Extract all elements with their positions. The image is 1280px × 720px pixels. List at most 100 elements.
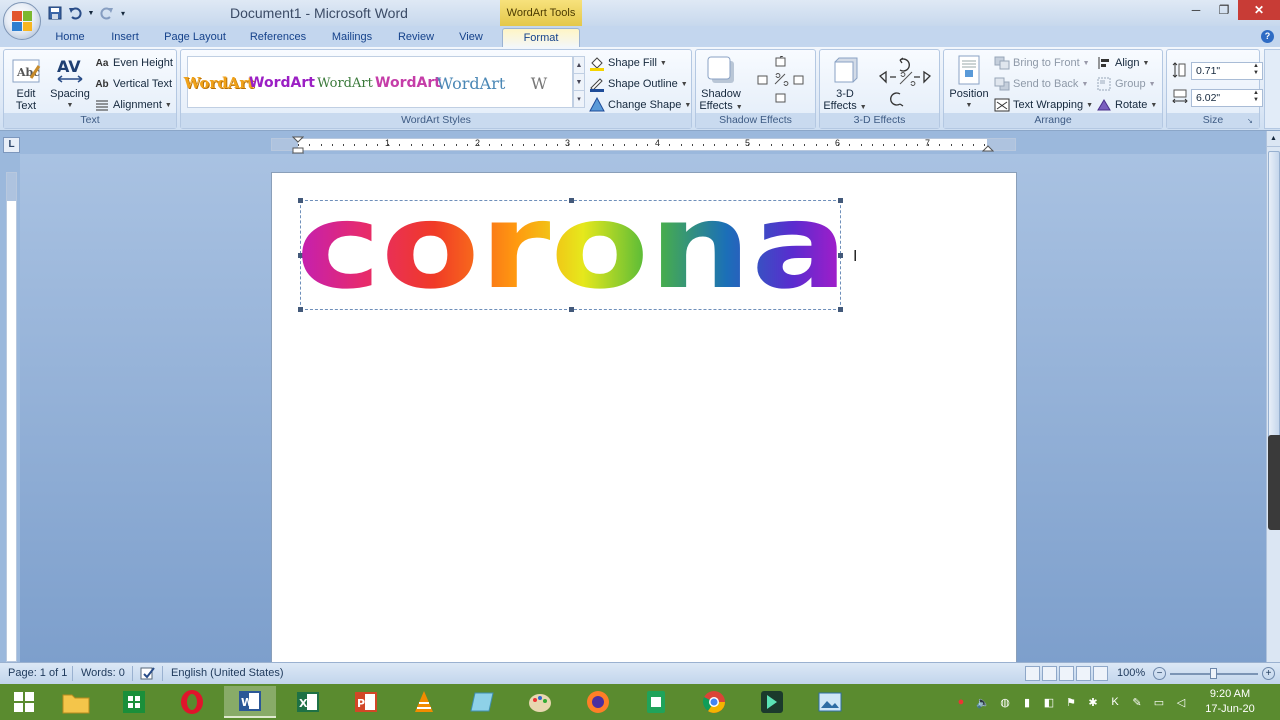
alignment-button[interactable]: Alignment ▼ <box>94 96 172 114</box>
size-dialog-launcher-icon[interactable]: ↘ <box>1247 117 1256 126</box>
text-wrapping-button[interactable]: Text Wrapping ▼ <box>994 96 1093 114</box>
taskbar-word[interactable]: W <box>224 686 276 718</box>
threed-effects-button[interactable]: 3-D Effects ▼ <box>822 54 868 114</box>
language-indicator[interactable]: English (United States) <box>171 667 284 679</box>
save-icon[interactable] <box>46 4 64 22</box>
start-button[interactable] <box>0 684 48 720</box>
taskbar-chrome[interactable] <box>688 686 740 718</box>
wordart-style-2[interactable]: WordArt <box>249 61 315 105</box>
redo-icon[interactable] <box>98 4 116 22</box>
draft-view-icon[interactable] <box>1093 666 1108 681</box>
keyboard-icon[interactable]: K <box>1104 691 1126 713</box>
tab-mailings[interactable]: Mailings <box>324 28 380 48</box>
tilt-icons[interactable] <box>876 56 936 110</box>
indent-marker-icon[interactable] <box>292 136 304 154</box>
gpu-icon[interactable]: ◧ <box>1038 691 1060 713</box>
volume-icon[interactable]: ◁ <box>1170 691 1192 713</box>
wordart-style-1[interactable]: WordArt <box>184 61 255 105</box>
change-shape-button[interactable]: Change Shape ▼ <box>589 96 691 114</box>
outline-view-icon[interactable] <box>1076 666 1091 681</box>
office-button[interactable] <box>3 2 41 40</box>
customize-qat-icon[interactable]: ▾ <box>118 4 128 22</box>
gallery-up-icon[interactable]: ▲ <box>574 57 584 74</box>
close-button[interactable]: ✕ <box>1238 0 1280 20</box>
minimize-button[interactable]: ─ <box>1182 0 1210 20</box>
edit-text-button[interactable]: Abc Edit Text <box>8 56 44 112</box>
taskbar-store[interactable] <box>108 686 160 718</box>
record-icon[interactable]: ● <box>950 691 972 713</box>
zoom-level[interactable]: 100% <box>1117 667 1145 679</box>
shape-outline-button[interactable]: Shape Outline ▼ <box>589 75 688 93</box>
word-count[interactable]: Words: 0 <box>81 667 125 679</box>
system-clock[interactable]: 9:20 AM 17-Jun-20 <box>1200 687 1260 717</box>
bring-to-front-button[interactable]: Bring to Front ▼ <box>994 54 1090 72</box>
network-activity-icon[interactable]: ◍ <box>994 691 1016 713</box>
taskbar-filmora[interactable] <box>746 686 798 718</box>
taskbar-paint[interactable] <box>514 686 566 718</box>
height-spinner-icon[interactable]: ▲ ▼ <box>1250 63 1262 79</box>
tab-view[interactable]: View <box>452 28 490 48</box>
page-count[interactable]: Page: 1 of 1 <box>8 667 67 679</box>
gallery-more-icon[interactable]: ▾ <box>574 91 584 108</box>
scroll-up-icon[interactable]: ▲ <box>1267 131 1280 147</box>
vertical-ruler[interactable] <box>6 172 17 662</box>
bluetooth-icon[interactable]: ✱ <box>1082 691 1104 713</box>
taskbar-file-explorer[interactable] <box>50 686 102 718</box>
side-panel-tab[interactable] <box>1268 435 1280 530</box>
taskbar-firefox[interactable] <box>572 686 624 718</box>
taskbar-excel[interactable]: X <box>282 686 334 718</box>
spacing-button[interactable]: AV Spacing ▼ <box>48 56 92 112</box>
undo-dropdown-icon[interactable]: ▼ <box>86 4 96 22</box>
shadow-effects-button[interactable]: Shadow Effects ▼ <box>698 54 744 114</box>
help-icon[interactable]: ? <box>1261 30 1274 43</box>
zoom-in-icon[interactable]: + <box>1262 667 1275 680</box>
signal-icon[interactable]: ▮ <box>1016 691 1038 713</box>
web-layout-view-icon[interactable] <box>1059 666 1074 681</box>
battery-icon[interactable]: ▭ <box>1148 691 1170 713</box>
horizontal-ruler[interactable]: 1 2 3 4 5 6 7 <box>271 136 1016 154</box>
shape-width-input[interactable]: 6.02" ▲ ▼ <box>1191 89 1263 107</box>
pen-icon[interactable]: ✎ <box>1126 691 1148 713</box>
taskbar-vlc[interactable] <box>398 686 450 718</box>
zoom-out-icon[interactable]: − <box>1153 667 1166 680</box>
right-indent-marker-icon[interactable] <box>982 140 994 152</box>
even-height-button[interactable]: Aa Even Height <box>94 54 173 72</box>
undo-icon[interactable] <box>66 4 84 22</box>
tab-page-layout[interactable]: Page Layout <box>160 28 230 48</box>
tab-format[interactable]: Format <box>502 28 580 48</box>
vertical-scrollbar[interactable]: ▲ <box>1266 131 1280 662</box>
align-button[interactable]: Align ▼ <box>1096 54 1149 72</box>
taskbar-notes[interactable] <box>456 686 508 718</box>
print-layout-view-icon[interactable] <box>1025 666 1040 681</box>
wordart-object[interactable]: corona <box>290 185 860 315</box>
width-spinner-icon[interactable]: ▲ ▼ <box>1250 90 1262 106</box>
vertical-text-button[interactable]: Ab Vertical Text <box>94 75 172 93</box>
taskbar-photos[interactable] <box>804 686 856 718</box>
security-icon[interactable]: ⚑ <box>1060 691 1082 713</box>
gallery-scroll[interactable]: ▲ ▼ ▾ <box>573 56 585 108</box>
nudge-shadow-icons[interactable] <box>754 56 810 110</box>
gallery-down-icon[interactable]: ▼ <box>574 74 584 91</box>
group-button[interactable]: Group ▼ <box>1096 75 1156 93</box>
proofing-icon[interactable] <box>140 665 156 684</box>
tab-selector[interactable]: L <box>3 137 20 153</box>
speaker-icon[interactable]: 🔈 <box>972 691 994 713</box>
zoom-slider-thumb[interactable] <box>1210 668 1217 679</box>
send-to-back-button[interactable]: Send to Back ▼ <box>994 75 1088 93</box>
shape-height-input[interactable]: 0.71" ▲ ▼ <box>1191 62 1263 80</box>
taskbar-opera[interactable] <box>166 686 218 718</box>
tab-insert[interactable]: Insert <box>104 28 146 48</box>
tab-references[interactable]: References <box>246 28 310 48</box>
taskbar-mp3-app[interactable] <box>630 686 682 718</box>
restore-button[interactable]: ❐ <box>1210 0 1238 20</box>
wordart-style-3[interactable]: WordArt <box>316 61 374 105</box>
shape-fill-button[interactable]: Shape Fill ▼ <box>589 54 667 72</box>
wordart-style-6[interactable]: W <box>510 61 568 105</box>
rotate-button[interactable]: Rotate ▼ <box>1096 96 1157 114</box>
wordart-style-4[interactable]: WordArt <box>375 61 441 105</box>
wordart-style-5[interactable]: WordArt <box>437 61 506 105</box>
taskbar-powerpoint[interactable]: P <box>340 686 392 718</box>
tab-review[interactable]: Review <box>394 28 438 48</box>
full-screen-reading-view-icon[interactable] <box>1042 666 1057 681</box>
position-button[interactable]: Position ▼ <box>946 54 992 112</box>
